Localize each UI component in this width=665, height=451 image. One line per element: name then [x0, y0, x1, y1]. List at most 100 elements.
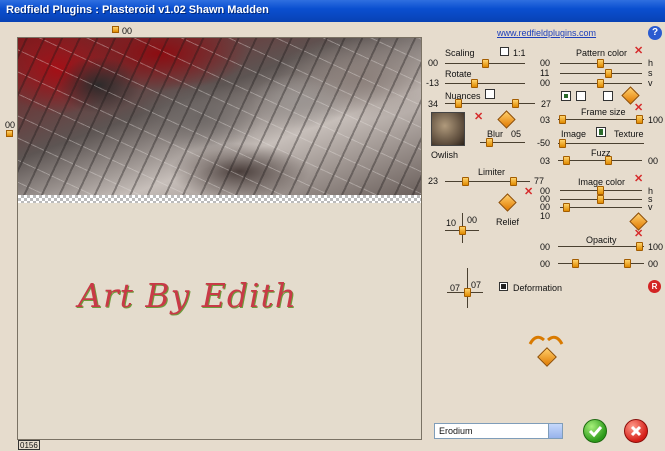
deformation-checkbox[interactable] [499, 282, 508, 291]
opacity-label: Opacity [586, 235, 617, 245]
limiter-dice-icon[interactable] [498, 193, 517, 212]
image-color-reset-icon[interactable]: ✕ [634, 174, 643, 185]
limiter-left-value: 23 [428, 176, 439, 186]
radio-dot [564, 94, 568, 98]
opacity-row2-right: 00 [648, 259, 659, 269]
pattern-h-knob[interactable] [597, 59, 604, 68]
opacity-reset-icon[interactable]: ✕ [634, 229, 643, 240]
image-v-track[interactable] [560, 207, 642, 208]
ok-button[interactable] [583, 419, 607, 443]
one-to-one-checkbox[interactable] [500, 47, 509, 56]
frame-size-label: Frame size [581, 107, 626, 117]
nuances-left-value: 34 [428, 99, 439, 109]
scaling-value: 00 [428, 58, 439, 68]
limiter-slider-track[interactable] [445, 181, 530, 182]
scaling-slider-knob[interactable] [482, 59, 489, 68]
pattern-h-value: 00 [540, 58, 551, 68]
opacity-row2-right-knob[interactable] [624, 259, 631, 268]
image-v-knob[interactable] [563, 203, 570, 212]
website-link[interactable]: www.redfieldplugins.com [497, 28, 596, 38]
limiter-reset-icon[interactable]: ✕ [524, 187, 533, 198]
top-position-handle[interactable] [112, 26, 119, 33]
preview-canvas[interactable]: Art By Edith [17, 37, 422, 440]
image-v-label: v [648, 202, 653, 212]
checkmark-icon [588, 426, 603, 438]
frame-size-left-value: 03 [540, 115, 551, 125]
frame-size-right-value: 100 [648, 115, 664, 125]
pattern-s-track[interactable] [560, 73, 642, 74]
nuances-left-knob[interactable] [455, 99, 462, 108]
rotate-label: Rotate [445, 69, 472, 79]
preset-select[interactable]: Erodium [434, 423, 563, 439]
nuances-right-knob[interactable] [512, 99, 519, 108]
limiter-right-knob[interactable] [510, 177, 517, 186]
s-label: s [648, 68, 653, 78]
checkbox-mark [501, 284, 506, 289]
frame-size-track[interactable] [558, 119, 644, 120]
generate-dice-icon[interactable] [537, 347, 557, 367]
limiter-left-knob[interactable] [462, 177, 469, 186]
frame-size-right-knob[interactable] [636, 115, 643, 124]
frame-size-reset-icon[interactable]: ✕ [634, 103, 643, 114]
nuances-toggle[interactable] [485, 89, 495, 99]
nuances-right-value: 27 [541, 99, 552, 109]
fuzz-left-knob[interactable] [563, 156, 570, 165]
signature-text: Art By Edith [78, 276, 298, 315]
pattern-s-value: 11 [540, 68, 550, 78]
deformation-y-value: 07 [471, 280, 482, 290]
fuzz-right-knob[interactable] [605, 156, 612, 165]
relief-label: Relief [496, 217, 520, 227]
preset-select-value: Erodium [439, 426, 473, 436]
rotate-slider-track[interactable] [445, 83, 525, 84]
opacity-row2-track[interactable] [558, 263, 644, 264]
relief-knob[interactable] [459, 226, 466, 235]
randomize-dice-icon[interactable] [497, 110, 516, 129]
pattern-name: Owlish [431, 150, 459, 160]
pattern-s-knob[interactable] [605, 69, 612, 78]
image-extra-value: 10 [540, 211, 551, 221]
frame-size-left-knob[interactable] [559, 115, 566, 124]
left-position-handle[interactable] [6, 130, 13, 137]
fuzz-right-value: 00 [648, 156, 659, 166]
reset-button[interactable]: R [648, 280, 661, 293]
help-button[interactable]: ? [648, 26, 662, 40]
scaling-label: Scaling [445, 48, 475, 58]
rotate-slider-knob[interactable] [471, 79, 478, 88]
cancel-button[interactable] [624, 419, 648, 443]
pattern-thumbnail[interactable] [431, 112, 465, 146]
close-icon [630, 425, 642, 437]
rotate-value: -13 [426, 78, 440, 88]
h-label: h [648, 58, 654, 68]
fuzz-left-value: 03 [540, 156, 551, 166]
image-texture-knob[interactable] [559, 139, 566, 148]
left-position-value: 00 [5, 120, 16, 130]
transparency-checker [18, 195, 421, 203]
image-s-knob[interactable] [597, 195, 604, 204]
one-to-one-label: 1:1 [513, 48, 526, 58]
deformation-knob[interactable] [464, 288, 471, 297]
image-texture-toggle[interactable] [596, 127, 606, 137]
opacity-left-value: 00 [540, 242, 551, 252]
fuzz-track[interactable] [558, 160, 642, 161]
limiter-label: Limiter [478, 167, 506, 177]
image-texture-track[interactable] [558, 143, 644, 144]
pattern-v-knob[interactable] [597, 79, 604, 88]
chevron-down-icon[interactable] [548, 424, 562, 438]
opacity-knob[interactable] [636, 242, 643, 251]
mode-radio-1[interactable] [561, 91, 571, 101]
mode-radio-2[interactable] [576, 91, 586, 101]
toggle-mark [599, 129, 603, 135]
window-title: Redfield Plugins : Plasteroid v1.02 Shaw… [6, 4, 269, 16]
pattern-color-reset-icon[interactable]: ✕ [634, 46, 643, 57]
mode-radio-3[interactable] [603, 91, 613, 101]
opacity-row2-left: 00 [540, 259, 551, 269]
relief-y-value: 00 [467, 215, 478, 225]
blur-slider-knob[interactable] [486, 138, 493, 147]
opacity-track[interactable] [558, 246, 644, 247]
image-h-knob[interactable] [597, 186, 604, 195]
v-label: v [648, 78, 653, 88]
pattern-reset-icon[interactable]: ✕ [474, 112, 483, 123]
opacity-row2-left-knob[interactable] [572, 259, 579, 268]
status-value: 0156 [18, 440, 40, 450]
texture-overlay [18, 38, 421, 195]
